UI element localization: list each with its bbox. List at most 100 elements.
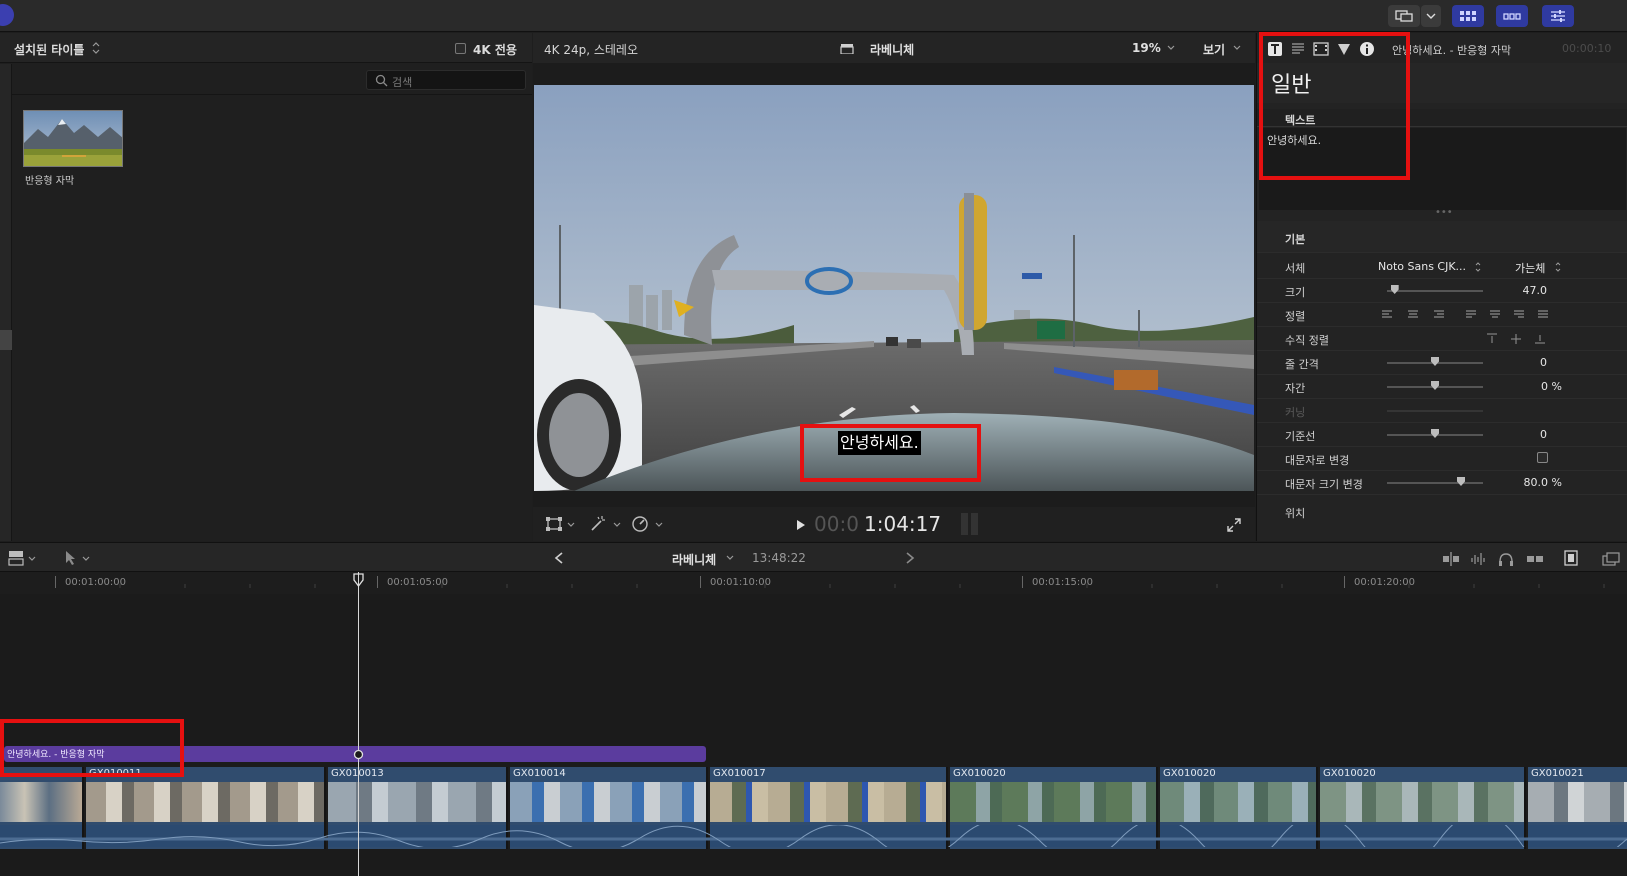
baseline-knob[interactable]: [1431, 429, 1439, 438]
forward-arrow-icon[interactable]: [905, 552, 915, 564]
timeline-project-name[interactable]: 라베니체: [672, 551, 716, 568]
playhead[interactable]: [358, 572, 359, 876]
chevron-updown-icon[interactable]: [1555, 262, 1561, 272]
chevron-updown-icon[interactable]: [1475, 262, 1481, 272]
4k-only-checkbox[interactable]: [455, 43, 466, 54]
magic-wand-icon[interactable]: [589, 515, 607, 533]
clip-thumbnails: [710, 782, 946, 822]
clip-thumbnails: [0, 782, 82, 822]
highlight-caption: [800, 424, 981, 482]
viewer-controls: 00:0 1:04:17: [533, 507, 1255, 541]
all-caps-size-knob[interactable]: [1457, 477, 1465, 486]
view-menu[interactable]: 보기: [1203, 41, 1225, 58]
sidebar-handle[interactable]: [0, 330, 12, 350]
search-input[interactable]: 검색: [366, 70, 526, 90]
title-item-label[interactable]: 반응형 자막: [25, 172, 74, 187]
inspector-toggle-button[interactable]: [1542, 5, 1574, 27]
clip-name: GX010017: [713, 768, 766, 779]
chevron-down-icon[interactable]: [1233, 45, 1241, 51]
back-arrow-icon[interactable]: [554, 552, 564, 564]
timeline-toggle-button[interactable]: [1496, 5, 1528, 27]
alignment-buttons[interactable]: [1382, 309, 1552, 321]
inspector-clip-time: 00:00:10: [1562, 42, 1612, 55]
line-spacing-value[interactable]: 0: [1497, 356, 1547, 369]
chevron-down-icon[interactable]: [1167, 45, 1175, 51]
playhead-handle-icon[interactable]: [353, 573, 364, 587]
chevron-down-icon[interactable]: [28, 556, 36, 562]
all-caps-size-row: 대문자 크기 변경 80.0 %: [1257, 471, 1627, 495]
format-label: 4K 24p, 스테레오: [544, 43, 638, 57]
4k-only-label: 4K 전용: [473, 43, 517, 57]
chevron-down-icon: [1426, 13, 1436, 19]
grid-icon: [1460, 11, 1476, 21]
play-icon[interactable]: [796, 519, 806, 531]
browser-sidebar-collapsed[interactable]: [0, 64, 12, 541]
size-slider-knob[interactable]: [1390, 285, 1399, 294]
resize-handle[interactable]: •••: [1257, 207, 1627, 220]
size-slider[interactable]: [1387, 290, 1483, 292]
search-icon: [375, 74, 388, 87]
chevron-down-icon[interactable]: [655, 522, 663, 528]
font-select[interactable]: Noto Sans CJK...: [1378, 260, 1466, 273]
chevron-down-icon[interactable]: [82, 556, 90, 562]
fullscreen-icon[interactable]: [1227, 518, 1241, 532]
audio-skimming-icon[interactable]: [1470, 552, 1488, 566]
zoom-value[interactable]: 19%: [1132, 41, 1161, 55]
highlight-inspector-text: [1259, 32, 1410, 180]
browser-toggle-button[interactable]: [1452, 5, 1484, 27]
font-row: 서체 Noto Sans CJK... 가는체: [1257, 255, 1627, 279]
arrow-tool-icon[interactable]: [64, 550, 78, 566]
chevron-down-icon[interactable]: [613, 522, 621, 528]
clip-name: GX010020: [1323, 768, 1376, 779]
chevron-down-icon[interactable]: [726, 555, 734, 561]
clip-thumbnails: [1160, 782, 1316, 822]
resize-dots-icon: •••: [1435, 207, 1453, 218]
all-caps-size-value[interactable]: 80.0 %: [1497, 476, 1562, 489]
highlight-title-clip: [0, 719, 184, 777]
headphones-icon[interactable]: [1498, 551, 1514, 567]
display-mode-button[interactable]: [1388, 5, 1420, 27]
sort-chevron-icon[interactable]: [92, 42, 100, 54]
vertical-align-label: 수직 정렬: [1285, 334, 1329, 347]
speed-icon[interactable]: [631, 515, 649, 533]
viewer-header: 4K 24p, 스테레오 라베니체 19% 보기: [533, 33, 1255, 63]
baseline-value[interactable]: 0: [1497, 428, 1547, 441]
font-label: 서체: [1285, 262, 1306, 275]
all-caps-checkbox[interactable]: [1537, 452, 1548, 463]
size-value[interactable]: 47.0: [1497, 284, 1548, 297]
tracking-label: 자간: [1285, 382, 1306, 395]
basic-section-header[interactable]: 기본: [1257, 221, 1627, 253]
chevron-down-icon[interactable]: [567, 522, 575, 528]
transform-icon[interactable]: [545, 516, 563, 532]
audio-meter-right: [971, 513, 978, 535]
clip-thumbnails: [328, 782, 506, 822]
kerning-row: 커닝: [1257, 399, 1627, 423]
timecode[interactable]: 1:04:17: [864, 512, 941, 536]
browser-title[interactable]: 설치된 타이틀: [14, 41, 84, 58]
clip-name: GX010020: [953, 768, 1006, 779]
search-placeholder: 검색: [392, 76, 413, 89]
title-thumbnail[interactable]: [23, 110, 123, 167]
font-weight-select[interactable]: 가는체: [1515, 260, 1545, 276]
clip-info-icon[interactable]: [1564, 550, 1578, 566]
all-caps-size-slider[interactable]: [1387, 482, 1483, 484]
monitor-icon: [1395, 10, 1413, 22]
clip-appearance-icon[interactable]: [8, 550, 24, 566]
tracking-knob[interactable]: [1431, 381, 1439, 390]
clip-thumbnails: [1320, 782, 1524, 822]
timeline-ruler[interactable]: 00:01:00:00 00:01:05:00 00:01:10:00 00:0…: [0, 572, 1627, 594]
skimming-icon[interactable]: [1442, 552, 1460, 566]
timeline[interactable]: 00:01:00:00 00:01:05:00 00:01:10:00 00:0…: [0, 572, 1627, 876]
vertical-alignment-buttons[interactable]: [1487, 333, 1547, 345]
line-spacing-knob[interactable]: [1431, 357, 1439, 366]
snapping-icon[interactable]: [1526, 552, 1544, 566]
timecode-dim: 00:0: [814, 512, 859, 536]
effects-browser-icon[interactable]: [1602, 552, 1620, 566]
timeline-header: 라베니체 13:48:22: [0, 542, 1627, 572]
clapper-icon: [840, 44, 854, 54]
app-logo-icon[interactable]: [0, 4, 14, 26]
display-mode-dropdown[interactable]: [1421, 5, 1441, 27]
tracking-value[interactable]: 0 %: [1497, 380, 1562, 393]
playhead-marker-icon: [353, 749, 364, 760]
clip-thumbnails: [1528, 782, 1627, 822]
